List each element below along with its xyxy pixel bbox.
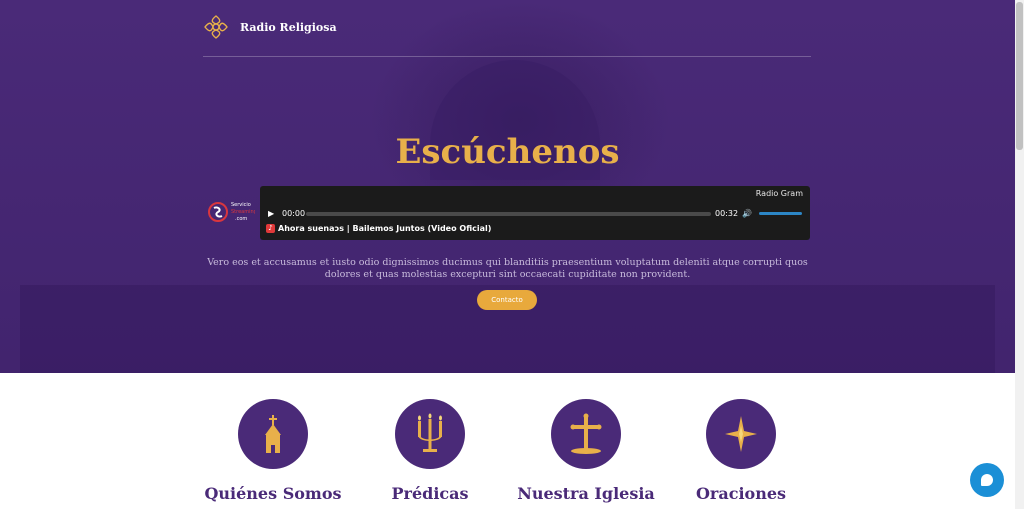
scrollbar-thumb[interactable]: [1016, 2, 1023, 150]
scrollbar[interactable]: [1015, 0, 1024, 509]
audio-player: Radio Gram ▶ 00:00 00:32 🔊 ♪ Ahora suena…: [260, 186, 810, 240]
hero-section: Radio Religiosa Escúchenos Servicio Stre…: [0, 0, 1015, 373]
svg-text:Streaming: Streaming: [231, 209, 255, 215]
feature-label[interactable]: Prédicas: [350, 484, 510, 503]
duration: 00:32: [715, 209, 739, 218]
now-playing: Ahora suenaɔs | Bailemos Juntos (Video O…: [278, 224, 492, 233]
chat-bubble-icon: [981, 474, 993, 486]
hero-paragraph: Vero eos et accusamus et iusto odio dign…: [207, 257, 808, 280]
top-navbar: Radio Religiosa: [203, 14, 811, 57]
svg-text:Servicio: Servicio: [231, 202, 251, 208]
seek-bar[interactable]: [306, 212, 711, 216]
volume-icon[interactable]: 🔊: [742, 209, 752, 218]
volume-slider[interactable]: [759, 212, 802, 215]
feature-icon-circle[interactable]: [551, 399, 621, 469]
current-time: 00:00: [282, 209, 306, 218]
feature-label[interactable]: Quiénes Somos: [193, 484, 353, 503]
candelabrum-icon: [418, 413, 442, 452]
brand-name[interactable]: Radio Religiosa: [240, 21, 337, 34]
servicio-streaming-logo: Servicio Streaming .com: [208, 202, 255, 222]
feature-icon-circle[interactable]: [395, 399, 465, 469]
station-name: Radio Gram: [755, 189, 803, 198]
cross-icon: [570, 413, 602, 454]
brand-logo-icon[interactable]: [203, 14, 229, 40]
star-icon: [725, 416, 757, 452]
feature-icon-circle[interactable]: [706, 399, 776, 469]
chat-button[interactable]: [970, 463, 1004, 497]
hero-title: Escúchenos: [395, 132, 620, 172]
church-icon: [265, 415, 281, 453]
music-note-icon: ♪: [266, 224, 275, 233]
feature-label[interactable]: Nuestra Iglesia: [506, 484, 666, 503]
contact-button[interactable]: Contacto: [477, 290, 537, 310]
feature-label[interactable]: Oraciones: [661, 484, 821, 503]
play-icon[interactable]: ▶: [268, 209, 274, 218]
svg-text:.com: .com: [235, 216, 247, 222]
feature-icon-circle[interactable]: [238, 399, 308, 469]
